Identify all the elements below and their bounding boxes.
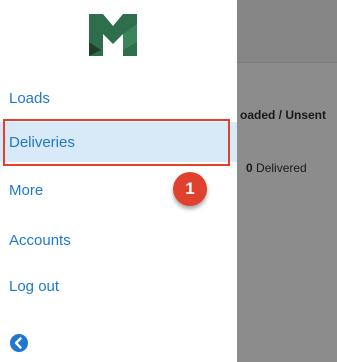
dimmed-main-content[interactable]: oaded / Unsent 0 Delivered bbox=[237, 0, 337, 362]
count-label: Delivered bbox=[256, 161, 307, 175]
tab-title: oaded / Unsent bbox=[240, 108, 327, 122]
menu-item-logout[interactable]: Log out bbox=[0, 266, 237, 306]
back-arrow-circle-icon[interactable] bbox=[10, 334, 28, 352]
main-header-bar bbox=[237, 0, 337, 63]
menu-item-accounts[interactable]: Accounts bbox=[0, 220, 237, 260]
menu-item-loads[interactable]: Loads bbox=[0, 78, 237, 118]
divider bbox=[237, 62, 337, 63]
menu-item-label: Deliveries bbox=[9, 133, 75, 151]
menu-item-label: Log out bbox=[9, 277, 60, 295]
count-value: 0 bbox=[246, 161, 253, 175]
menu-item-label: Accounts bbox=[9, 231, 71, 249]
menu-item-deliveries[interactable]: Deliveries bbox=[0, 122, 237, 162]
menu-item-label: More bbox=[9, 181, 44, 199]
app-logo-icon bbox=[87, 12, 139, 58]
step-number: 1 bbox=[185, 179, 195, 198]
step-number-badge: 1 bbox=[173, 172, 207, 206]
delivered-count: 0 Delivered bbox=[246, 161, 307, 175]
menu-item-label: Loads bbox=[9, 89, 50, 107]
